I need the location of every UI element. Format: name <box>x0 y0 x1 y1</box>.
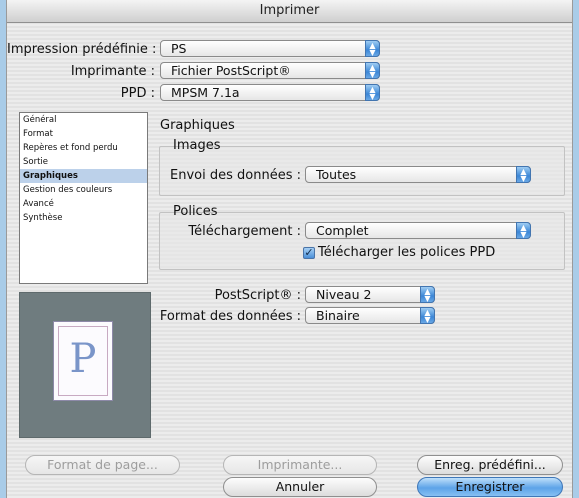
send-data-value: Toutes <box>316 167 357 182</box>
section-item-summary[interactable]: Synthèse <box>20 211 147 225</box>
ppd-label: PPD : <box>120 86 155 101</box>
popup-stepper-icon: ▲ ▼ <box>420 307 435 324</box>
images-group-title: Images <box>173 138 221 153</box>
save-preset-button[interactable]: Enreg. prédéfini... <box>417 455 563 475</box>
postscript-value: Niveau 2 <box>316 287 372 302</box>
postscript-popup[interactable]: Niveau 2 ▲ ▼ <box>305 286 435 303</box>
ppd-fonts-checkbox-label[interactable]: Télécharger les polices PPD <box>318 245 495 260</box>
popup-stepper-icon: ▲ ▼ <box>516 222 531 239</box>
fonts-group-title: Polices <box>173 204 218 219</box>
download-label: Téléchargement : <box>188 224 301 239</box>
section-item-marks-bleed[interactable]: Repères et fond perdu <box>20 141 147 155</box>
data-format-popup[interactable]: Binaire ▲ ▼ <box>305 307 435 324</box>
printer-label: Imprimante : <box>70 64 155 79</box>
cancel-button[interactable]: Annuler <box>223 477 377 497</box>
window-title: Imprimer <box>7 0 572 23</box>
send-data-label: Envoi des données : <box>170 168 301 183</box>
presets-label: Impression prédéfinie : <box>7 42 157 57</box>
page-preview: P <box>19 292 151 438</box>
section-item-format[interactable]: Format <box>20 127 147 141</box>
printer-popup[interactable]: Fichier PostScript® ▲ ▼ <box>160 62 380 79</box>
popup-stepper-icon: ▲ ▼ <box>365 40 380 57</box>
print-dialog: Imprimer Impression prédéfinie : PS ▲ ▼ I… <box>6 0 573 498</box>
data-format-value: Binaire <box>316 308 360 323</box>
preview-page: P <box>53 321 113 401</box>
ppd-fonts-checkbox[interactable]: ✓ <box>303 247 315 259</box>
popup-stepper-icon: ▲ ▼ <box>516 166 531 183</box>
presets-value: PS <box>171 41 187 56</box>
popup-stepper-icon: ▲ ▼ <box>420 286 435 303</box>
download-value: Complet <box>316 223 369 238</box>
page-setup-button[interactable]: Format de page... <box>25 455 180 475</box>
printer-value: Fichier PostScript® <box>171 63 291 78</box>
postscript-label: PostScript® : <box>214 288 301 303</box>
section-item-general[interactable]: Général <box>20 113 147 127</box>
section-list[interactable]: Général Format Repères et fond perdu Sor… <box>19 112 148 284</box>
fonts-group <box>159 212 565 270</box>
popup-stepper-icon: ▲ ▼ <box>365 62 380 79</box>
section-item-advanced[interactable]: Avancé <box>20 197 147 211</box>
download-popup[interactable]: Complet ▲ ▼ <box>305 222 531 239</box>
preview-page-letter: P <box>69 336 97 382</box>
section-item-color-management[interactable]: Gestion des couleurs <box>20 183 147 197</box>
save-button[interactable]: Enregistrer <box>417 477 563 497</box>
check-icon: ✓ <box>304 246 314 259</box>
panel-title: Graphiques <box>160 118 235 133</box>
ppd-popup[interactable]: MPSM 7.1a ▲ ▼ <box>160 84 380 101</box>
data-format-label: Format des données : <box>159 309 301 324</box>
send-data-popup[interactable]: Toutes ▲ ▼ <box>305 166 531 183</box>
printer-button[interactable]: Imprimante... <box>223 455 377 475</box>
section-item-graphics[interactable]: Graphiques <box>20 169 147 183</box>
popup-stepper-icon: ▲ ▼ <box>365 84 380 101</box>
presets-popup[interactable]: PS ▲ ▼ <box>160 40 380 57</box>
section-item-output[interactable]: Sortie <box>20 155 147 169</box>
ppd-value: MPSM 7.1a <box>171 85 240 100</box>
